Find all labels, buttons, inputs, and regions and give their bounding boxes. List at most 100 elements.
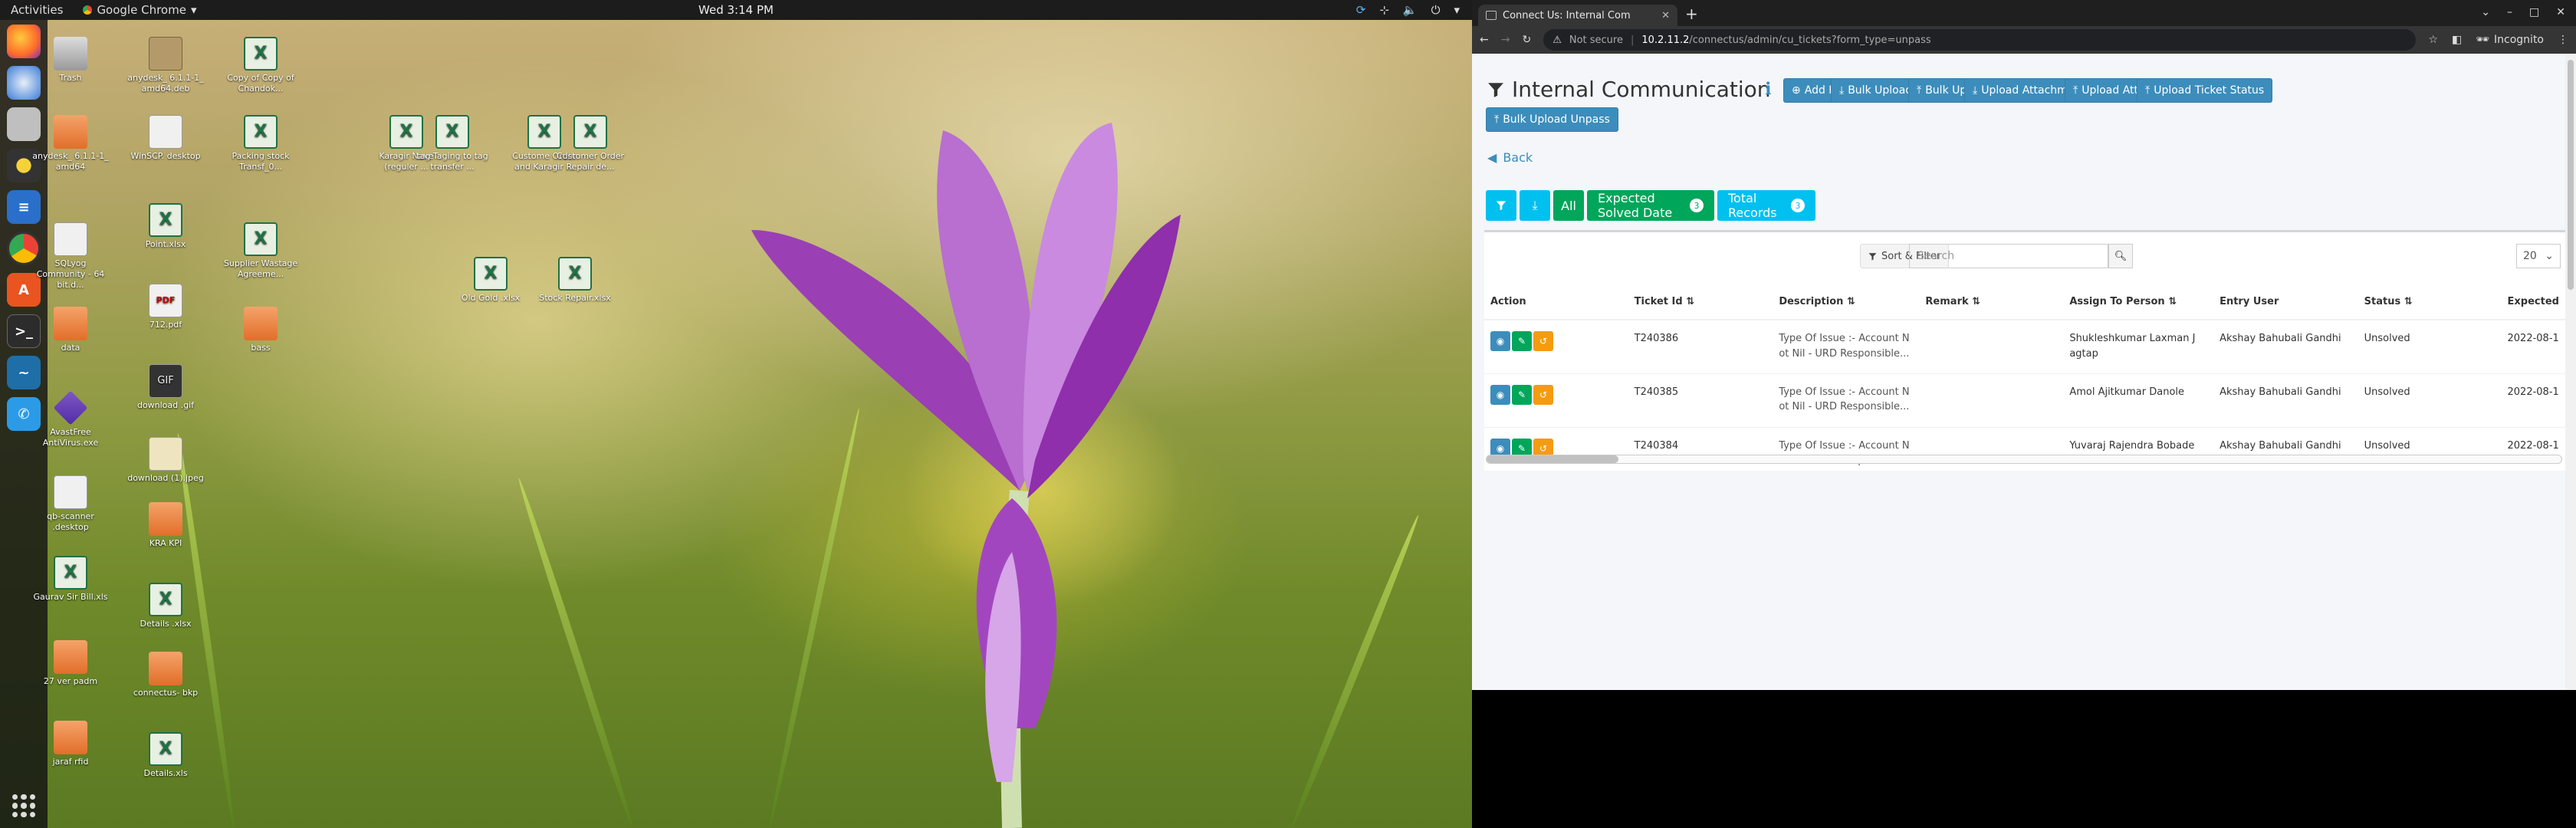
new-tab-button[interactable]: +: [1685, 5, 1698, 23]
close-icon[interactable]: ✕: [1661, 10, 1670, 21]
desktop-icon-supplier-wastage[interactable]: X Supplier Wastage Agreeme...: [222, 222, 299, 280]
info-icon[interactable]: ℹ: [1765, 80, 1771, 99]
side-panel-icon[interactable]: ◧: [2452, 34, 2462, 46]
activities-button[interactable]: Activities: [11, 3, 63, 17]
reload-icon[interactable]: ↻: [1522, 34, 1531, 46]
maximize-button[interactable]: □: [2529, 6, 2539, 18]
download-icon: ⤓: [1532, 198, 1538, 212]
search-input[interactable]: Search: [1909, 244, 2108, 268]
app-menu[interactable]: Google Chrome ▾: [83, 3, 196, 17]
scrollbar-thumb[interactable]: [1487, 455, 1618, 463]
browser-tab[interactable]: Connect Us: Internal Com ✕: [1478, 5, 1677, 26]
desktop-icon-download-jpeg[interactable]: download (1).jpeg: [127, 437, 204, 484]
desktop-icon-connectus-bkp[interactable]: connectus- bkp: [127, 652, 204, 698]
xls-file-icon: X: [149, 203, 182, 237]
back-arrow-icon[interactable]: ←: [1480, 34, 1489, 46]
desktop-icon-jaraf-rfid[interactable]: jaraf rfid: [32, 721, 109, 767]
incognito-icon[interactable]: 🕶 Incognito: [2476, 34, 2544, 46]
filter-icon: [1496, 201, 1506, 211]
desktop-icon-details-xls[interactable]: X Details.xls: [127, 732, 204, 779]
desktop-icon-copy-chandok[interactable]: X Copy of Copy of Chandok...: [222, 37, 299, 94]
column-header-sortable[interactable]: Remark ⇅: [1919, 284, 2064, 320]
desktop-icon-label: Trash: [59, 73, 82, 83]
desktop-icon-27-ver[interactable]: 27 ver padm: [32, 640, 109, 687]
desktop-icon-tag-transfer[interactable]: Xtag Taging to tag transfer ...: [414, 115, 491, 172]
desktop-icon-anydesk-folder[interactable]: anydesk_ 6.1.1-1_ amd64: [32, 115, 109, 172]
desktop-icon-old-gold[interactable]: X Old Gold .xlsx: [452, 257, 529, 304]
search-button[interactable]: 🔍︎: [2108, 244, 2133, 268]
table-row: ◉ ✎ ↺ T240384Type Of Issue :- Account N ot …: [1484, 426, 2565, 481]
forward-arrow-icon[interactable]: →: [1501, 34, 1510, 46]
history-button[interactable]: ↺: [1533, 384, 1553, 405]
chevron-down-icon[interactable]: ⌄: [2481, 6, 2490, 18]
chevron-down-icon: ▾: [190, 3, 197, 17]
table-toolbar: Sort & Filter Search 🔍︎ 20 ⌄: [1484, 232, 2565, 274]
desktop-icon-data-folder[interactable]: data: [32, 307, 109, 353]
system-tray[interactable]: ⟳ ⊹ 🔈 ⏻ ▾: [1356, 3, 1460, 17]
desktop-icon-qb-scanner[interactable]: qb-scanner .desktop: [32, 475, 109, 533]
desktop-icon-customer-repair[interactable]: X Customer Order Repair de...: [552, 115, 629, 172]
page-viewport: Internal Communication ℹ ⊕ Add Data ⤓ Bulk…: [1472, 54, 2576, 690]
close-window-button[interactable]: ✕: [2556, 6, 2565, 18]
desktop-icon-sqlyog[interactable]: SQLyog Community - 64 bit.d...: [32, 222, 109, 290]
upload-ticket-status-button[interactable]: ⤒ Upload Ticket Status: [2137, 78, 2273, 103]
desktop-icon-kra-kpi[interactable]: KRA KPI: [127, 502, 204, 549]
desktop-icon-bass-folder[interactable]: bass: [222, 307, 299, 353]
back-circle-icon: ◀: [1487, 150, 1497, 165]
kebab-menu-icon[interactable]: ⋮: [2558, 34, 2568, 46]
column-header-sortable[interactable]: Status ⇅: [2358, 284, 2502, 320]
column-label: Remark: [1925, 296, 1969, 307]
window-controls: ⌄ – □ ✕: [2481, 6, 2565, 18]
show-applications-icon[interactable]: [12, 794, 35, 817]
expected-solved-date-button[interactable]: Expected Solved Date 3: [1587, 190, 1714, 221]
filter-toggle-button[interactable]: [1486, 190, 1516, 221]
column-header-sortable[interactable]: Assign To Person ⇅: [2063, 284, 2214, 320]
bookmark-star-icon[interactable]: ☆: [2428, 34, 2438, 46]
tickets-table: Action Ticket Id ⇅ Description ⇅ Remark …: [1484, 284, 2565, 481]
desktop-icon-avast[interactable]: AvastFree AntiVirus.exe: [32, 390, 109, 449]
desktop-icon-details-xlsx[interactable]: X Details .xlsx: [127, 583, 204, 629]
page-size-select[interactable]: 20 ⌄: [2516, 244, 2561, 268]
view-button[interactable]: ◉: [1490, 331, 1510, 351]
desktop-icon-gaurav-sir[interactable]: X Gaurav Sir Bill.xls: [32, 556, 109, 603]
page-title-text: Internal Communication: [1512, 77, 1771, 102]
edit-button[interactable]: ✎: [1512, 384, 1532, 405]
desktop-icon-download-gif[interactable]: GIF download .gif: [127, 364, 204, 411]
not-secure-label: Not secure: [1569, 34, 1623, 46]
history-button[interactable]: ↺: [1533, 331, 1553, 351]
bulk-upload-unpass-button[interactable]: ⤒ Bulk Upload Unpass: [1486, 107, 1618, 132]
desktop-wallpaper: [0, 0, 1472, 828]
back-link[interactable]: ◀ Back: [1487, 150, 1533, 165]
desktop-icon-trash[interactable]: Trash: [32, 37, 109, 84]
desktop-icon-packing-stock[interactable]: X Packing stock Transf_0...: [222, 115, 299, 172]
desktop-icon-winscp[interactable]: WinSCP. desktop: [127, 115, 204, 162]
desktop-icon-stock-repair[interactable]: X Stock Repair.xlsx: [537, 257, 613, 304]
column-label: Entry User: [2220, 296, 2279, 307]
desktop-icon-point-xlsx[interactable]: X Point.xlsx: [127, 203, 204, 250]
column-header-sortable[interactable]: Description ⇅: [1773, 284, 1920, 320]
export-button[interactable]: ⤓: [1520, 190, 1550, 221]
desktop-icon-label: WinSCP. desktop: [130, 151, 201, 161]
scrollbar-thumb[interactable]: [2568, 60, 2574, 290]
chevron-down-icon: ▾: [1454, 3, 1460, 17]
plus-circle-icon: ⊕: [1792, 84, 1801, 97]
mysql-workbench-icon[interactable]: ~: [7, 356, 41, 389]
sort-icon: ⇅: [2168, 296, 2177, 307]
view-button[interactable]: ◉: [1490, 384, 1510, 405]
search-icon: 🔍︎: [2114, 250, 2128, 262]
desktop-icon-anydesk-deb[interactable]: anydesk_ 6.1.1-1_ amd64.deb: [127, 37, 204, 94]
column-header-sortable[interactable]: Ticket Id ⇅: [1628, 284, 1773, 320]
clock[interactable]: Wed 3:14 PM: [698, 3, 774, 17]
xls-file-icon: X: [244, 222, 278, 256]
minimize-button[interactable]: –: [2507, 6, 2512, 18]
remark-cell: [1919, 319, 2064, 373]
vertical-scrollbar[interactable]: [2565, 54, 2576, 690]
libreoffice-writer-icon[interactable]: ≡: [7, 190, 41, 224]
filter-all-button[interactable]: All: [1553, 190, 1584, 221]
edit-button[interactable]: ✎: [1512, 331, 1532, 351]
horizontal-scrollbar[interactable]: [1486, 455, 2562, 464]
desktop-icon-712-pdf[interactable]: PDF 712.pdf: [127, 284, 204, 330]
doc-file-icon: [54, 222, 87, 256]
omnibox[interactable]: ⚠ Not secure | 10.2.11.2/connectus/admin…: [1543, 29, 2417, 51]
total-records-button[interactable]: Total Records 3: [1717, 190, 1815, 221]
